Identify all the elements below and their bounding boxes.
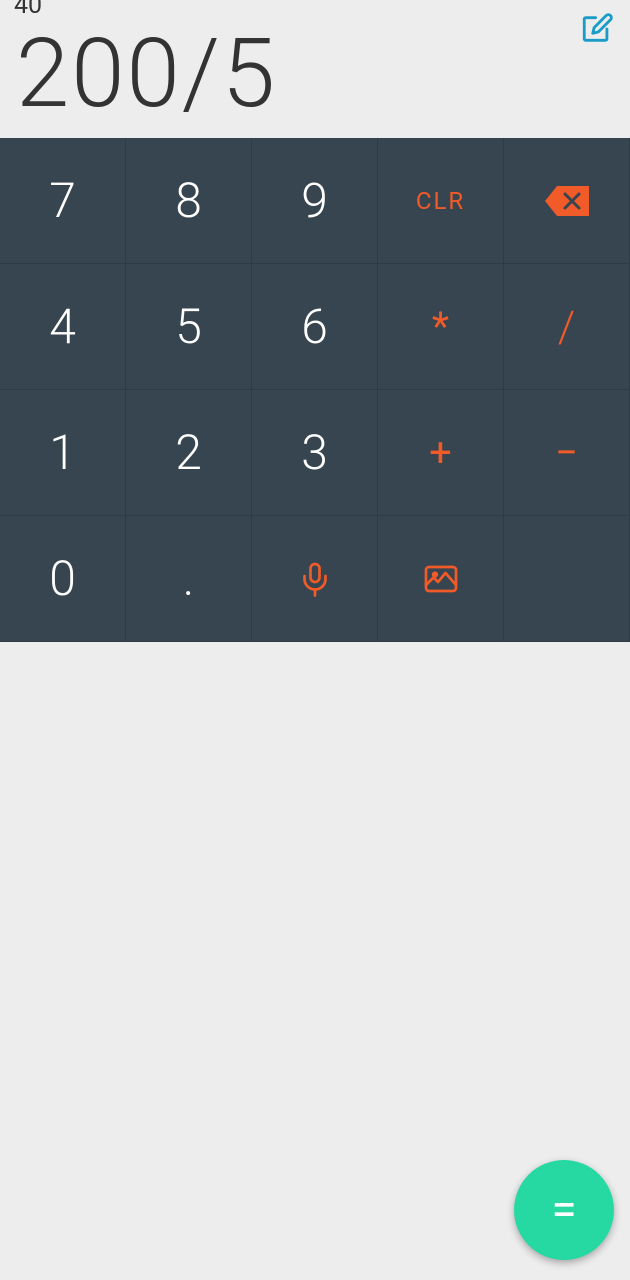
key-empty-under-fab <box>504 516 630 642</box>
key-plus[interactable]: + <box>378 390 504 516</box>
image-icon <box>423 561 459 597</box>
keypad: 7 8 9 CLR 4 5 6 * / 1 2 3 + − 0 . <box>0 138 630 642</box>
key-2[interactable]: 2 <box>126 390 252 516</box>
key-6[interactable]: 6 <box>252 264 378 390</box>
equals-button[interactable]: = <box>514 1160 614 1260</box>
key-1[interactable]: 1 <box>0 390 126 516</box>
key-5[interactable]: 5 <box>126 264 252 390</box>
key-backspace[interactable] <box>504 138 630 264</box>
backspace-icon <box>545 186 589 216</box>
key-3[interactable]: 3 <box>252 390 378 516</box>
key-9[interactable]: 9 <box>252 138 378 264</box>
key-0[interactable]: 0 <box>0 516 126 642</box>
key-clear[interactable]: CLR <box>378 138 504 264</box>
equals-icon: = <box>551 1183 576 1237</box>
result-display: 40 <box>14 0 42 20</box>
key-multiply[interactable]: * <box>378 264 504 390</box>
expression-display: 200/5 <box>16 26 614 122</box>
key-dot[interactable]: . <box>126 516 252 642</box>
key-7[interactable]: 7 <box>0 138 126 264</box>
display-area: 200/5 40 <box>0 0 630 138</box>
edit-icon[interactable] <box>578 10 616 48</box>
key-8[interactable]: 8 <box>126 138 252 264</box>
mic-icon <box>297 561 333 597</box>
key-image[interactable] <box>378 516 504 642</box>
key-4[interactable]: 4 <box>0 264 126 390</box>
key-voice[interactable] <box>252 516 378 642</box>
key-divide[interactable]: / <box>504 264 630 390</box>
key-minus[interactable]: − <box>504 390 630 516</box>
